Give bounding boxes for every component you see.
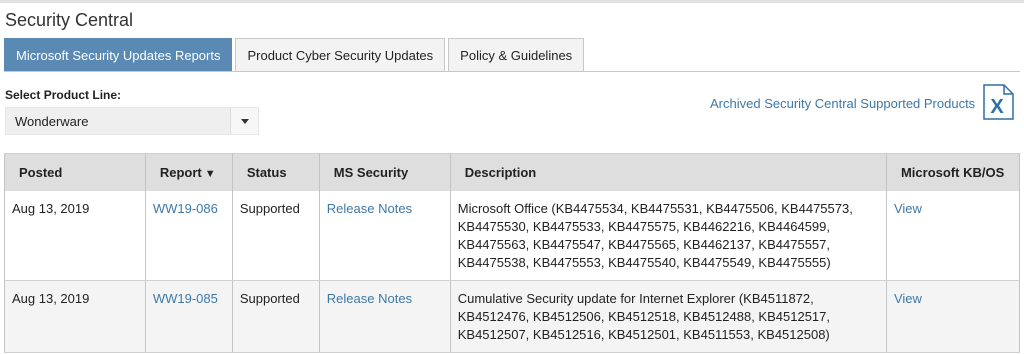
cell-ms-security: Release Notes bbox=[319, 190, 451, 281]
caret-down-icon bbox=[240, 118, 249, 124]
page-title: Security Central bbox=[5, 10, 134, 30]
table-row: Aug 13, 2019 WW19-086 Supported Release … bbox=[4, 190, 1021, 281]
cell-report: WW19-086 bbox=[145, 190, 233, 281]
dropdown-caret-button[interactable] bbox=[230, 108, 258, 134]
cell-ms-security: Release Notes bbox=[319, 280, 451, 353]
column-header-description: Description bbox=[450, 153, 887, 191]
top-border bbox=[0, 0, 1024, 3]
cell-status: Supported bbox=[232, 280, 320, 353]
tab-product-cyber-security-updates[interactable]: Product Cyber Security Updates bbox=[235, 38, 446, 72]
column-header-ms-security: MS Security bbox=[319, 153, 451, 191]
archived-products-link[interactable]: Archived Security Central Supported Prod… bbox=[710, 96, 975, 111]
column-header-posted: Posted bbox=[4, 153, 146, 191]
report-link[interactable]: WW19-086 bbox=[153, 201, 218, 216]
column-header-microsoft-kb-os: Microsoft KB/OS bbox=[886, 153, 1021, 191]
product-line-select[interactable]: Wonderware bbox=[5, 107, 259, 135]
cell-report: WW19-085 bbox=[145, 280, 233, 353]
tab-bar: Microsoft Security Updates Reports Produ… bbox=[4, 38, 587, 72]
tab-microsoft-security-updates-reports[interactable]: Microsoft Security Updates Reports bbox=[4, 38, 233, 72]
view-link[interactable]: View bbox=[894, 291, 922, 306]
cell-description: Microsoft Office (KB4475534, KB4475531, … bbox=[450, 190, 887, 281]
column-header-report[interactable]: Report ▼ bbox=[145, 153, 233, 191]
cell-kb-os: View bbox=[886, 190, 1021, 281]
security-reports-table: Posted Report ▼ Status MS Security Descri… bbox=[4, 153, 1021, 353]
release-notes-link[interactable]: Release Notes bbox=[327, 201, 412, 216]
view-link[interactable]: View bbox=[894, 201, 922, 216]
tab-divider bbox=[4, 71, 1020, 72]
table-row: Aug 13, 2019 WW19-085 Supported Release … bbox=[4, 280, 1021, 353]
cell-posted: Aug 13, 2019 bbox=[4, 280, 146, 353]
report-link[interactable]: WW19-085 bbox=[153, 291, 218, 306]
product-line-selected-value: Wonderware bbox=[15, 113, 89, 129]
cell-status: Supported bbox=[232, 190, 320, 281]
excel-icon[interactable]: X bbox=[982, 84, 1014, 120]
cell-description: Cumulative Security update for Internet … bbox=[450, 280, 887, 353]
cell-kb-os: View bbox=[886, 280, 1021, 353]
tab-policy-guidelines[interactable]: Policy & Guidelines bbox=[448, 38, 585, 72]
excel-icon-glyph: X bbox=[990, 96, 1004, 118]
chevron-down-icon: ▼ bbox=[204, 167, 216, 180]
cell-posted: Aug 13, 2019 bbox=[4, 190, 146, 281]
table-header-row: Posted Report ▼ Status MS Security Descri… bbox=[4, 153, 1021, 191]
product-line-label: Select Product Line: bbox=[5, 88, 122, 102]
release-notes-link[interactable]: Release Notes bbox=[327, 291, 412, 306]
column-header-status: Status bbox=[232, 153, 320, 191]
